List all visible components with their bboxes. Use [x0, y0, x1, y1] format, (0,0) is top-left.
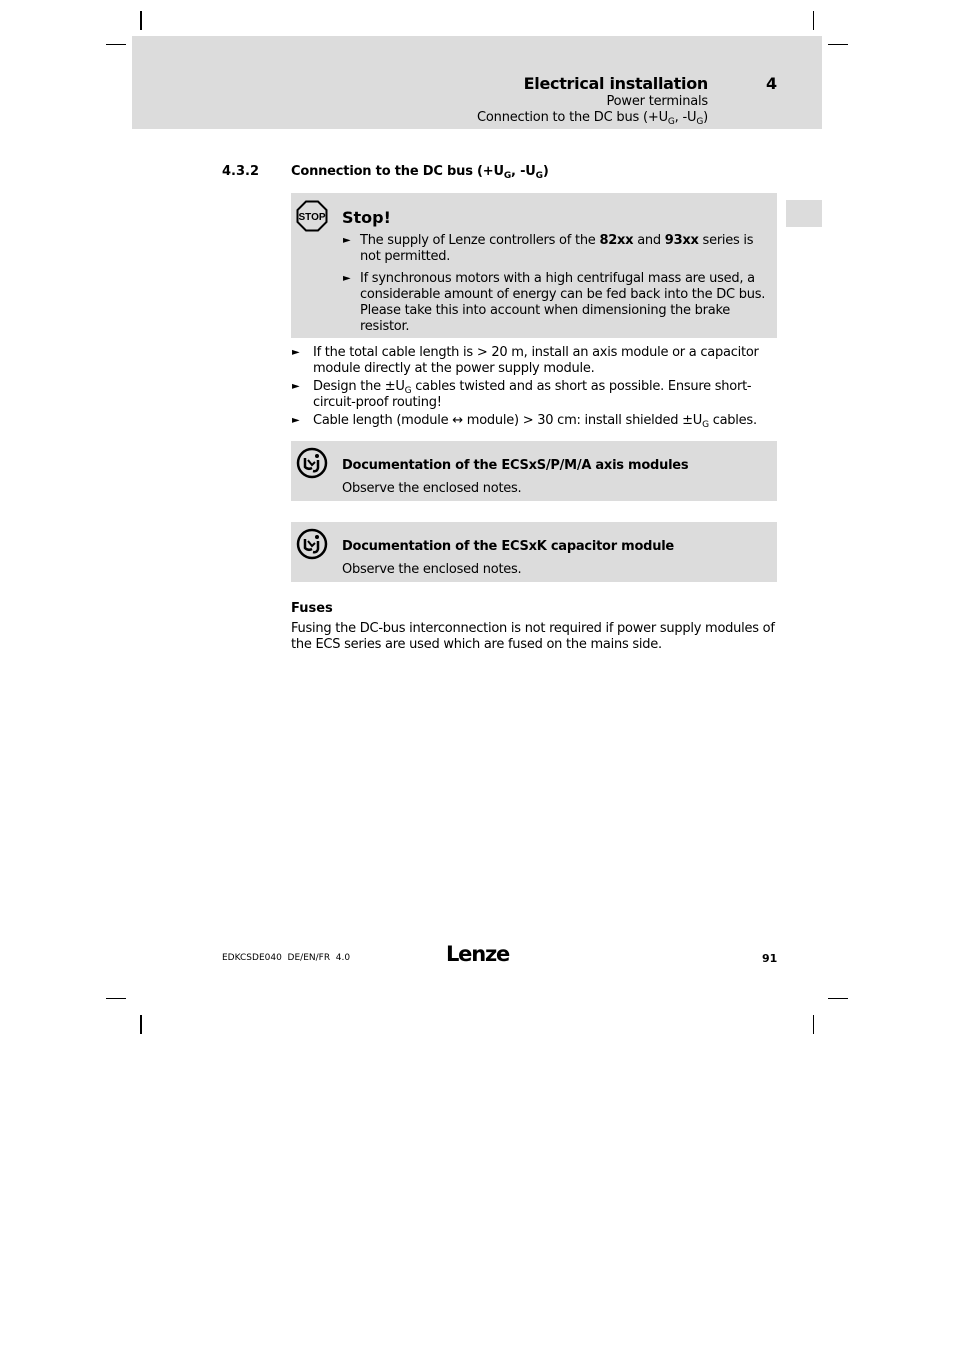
documentation-reference-icon — [296, 528, 328, 560]
fuses-paragraph: Fusing the DC-bus interconnection is not… — [291, 621, 775, 652]
chapter-title: Electrical installation — [523, 74, 709, 93]
page-number: 91 — [762, 952, 778, 965]
documentation-text: Observe the enclosed notes. — [342, 481, 522, 496]
crop-mark — [828, 998, 848, 999]
section-number: 4.3.2 — [222, 164, 260, 179]
crop-mark — [140, 11, 142, 30]
lenze-logo: Lenze — [446, 942, 510, 966]
list-item: ► If synchronous motors with a high centr… — [343, 271, 766, 334]
bullet-arrow-icon: ► — [343, 235, 351, 246]
stop-list: ► The supply of Lenze controllers of the … — [342, 233, 772, 341]
chapter-side-tab — [786, 200, 822, 227]
crop-mark — [140, 1015, 142, 1034]
footer-document-id: EDKCSDE040 DE/EN/FR 4.0 — [222, 953, 351, 963]
svg-text:STOP: STOP — [298, 212, 325, 223]
list-item: ► Design the ±UG cables twisted and as sh… — [292, 379, 752, 410]
list-item: ► The supply of Lenze controllers of the … — [343, 233, 754, 264]
documentation-text: Observe the enclosed notes. — [342, 562, 522, 577]
section-title: Connection to the DC bus (+UG, -UG) — [291, 164, 549, 181]
header-subsubtitle: Connection to the DC bus (+UG, -UG) — [477, 110, 708, 127]
stop-sign-icon: STOP — [296, 200, 328, 232]
bullet-arrow-icon: ► — [292, 381, 300, 392]
crop-mark — [813, 1015, 814, 1034]
stop-warning-box: STOP Stop! ► The supply of Lenze controll… — [291, 193, 777, 338]
instruction-list: ► If the total cable length is > 20 m, in… — [291, 345, 777, 431]
crop-mark — [828, 44, 848, 45]
header-subtitle: Power terminals — [606, 94, 708, 109]
fuses-heading: Fuses — [291, 601, 333, 616]
bullet-arrow-icon: ► — [343, 273, 351, 284]
crop-mark — [106, 998, 126, 999]
chapter-number: 4 — [766, 74, 778, 93]
documentation-note: Documentation of the ECSxK capacitor mod… — [291, 522, 777, 582]
stop-title: Stop! — [342, 208, 391, 227]
list-item: ► If the total cable length is > 20 m, in… — [292, 345, 759, 376]
documentation-title: Documentation of the ECSxK capacitor mod… — [342, 539, 674, 554]
crop-mark — [813, 11, 814, 30]
documentation-reference-icon — [296, 447, 328, 479]
documentation-title: Documentation of the ECSxS/P/M/A axis mo… — [342, 458, 689, 473]
documentation-note: Documentation of the ECSxS/P/M/A axis mo… — [291, 441, 777, 501]
bullet-arrow-icon: ► — [292, 347, 300, 358]
bullet-arrow-icon: ► — [292, 415, 300, 426]
list-item: ► Cable length (module ↔ module) > 30 cm:… — [292, 413, 757, 430]
crop-mark — [106, 44, 126, 45]
